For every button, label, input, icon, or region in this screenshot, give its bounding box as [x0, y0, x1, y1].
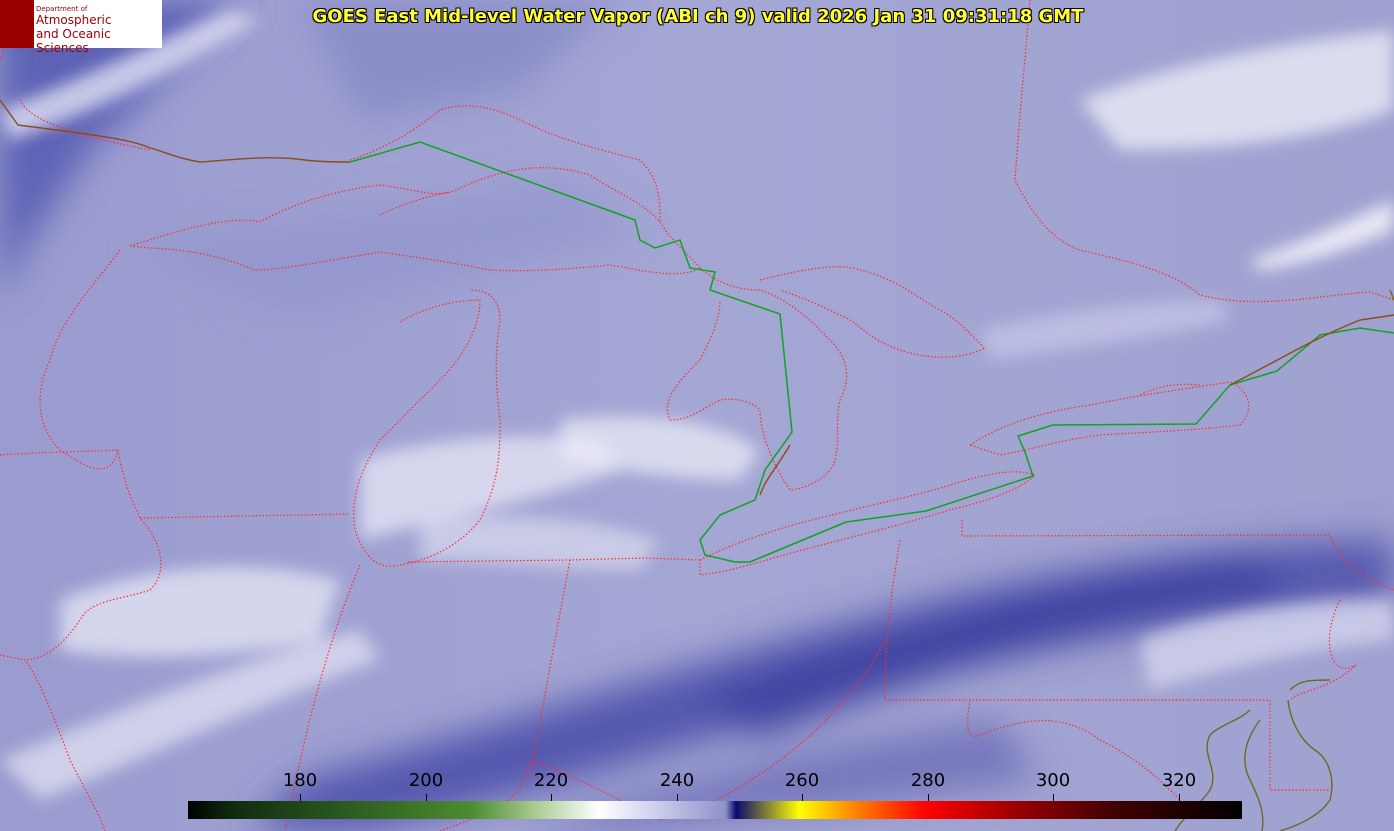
colorbar-tick	[677, 794, 678, 801]
logo-line-1: Atmospheric	[36, 13, 112, 27]
colorbar-label-240: 240	[659, 770, 695, 791]
colorbar-tick	[426, 794, 427, 801]
colorbar-tick	[802, 794, 803, 801]
colorbar-label-260: 260	[784, 770, 820, 791]
colorbar-tick	[1179, 794, 1180, 801]
colorbar-label-180: 180	[282, 770, 318, 791]
colorbar-tick	[300, 794, 301, 801]
colorbar-tick	[928, 794, 929, 801]
uw-aos-logo: Department of Atmospheric and Oceanic Sc…	[0, 0, 162, 55]
logo-department: Department of	[36, 5, 88, 13]
water-vapor-map	[0, 0, 1394, 831]
logo-line-2: and Oceanic Sciences	[36, 27, 111, 55]
colorbar-tick	[551, 794, 552, 801]
colorbar	[188, 801, 1242, 819]
colorbar-label-200: 200	[408, 770, 444, 791]
colorbar-label-320: 320	[1161, 770, 1197, 791]
colorbar-tick	[1053, 794, 1054, 801]
map-title: GOES East Mid-level Water Vapor (ABI ch …	[312, 6, 1084, 27]
uw-crest-icon	[0, 0, 34, 48]
colorbar-label-220: 220	[533, 770, 569, 791]
colorbar-label-280: 280	[910, 770, 946, 791]
colorbar-label-300: 300	[1035, 770, 1071, 791]
